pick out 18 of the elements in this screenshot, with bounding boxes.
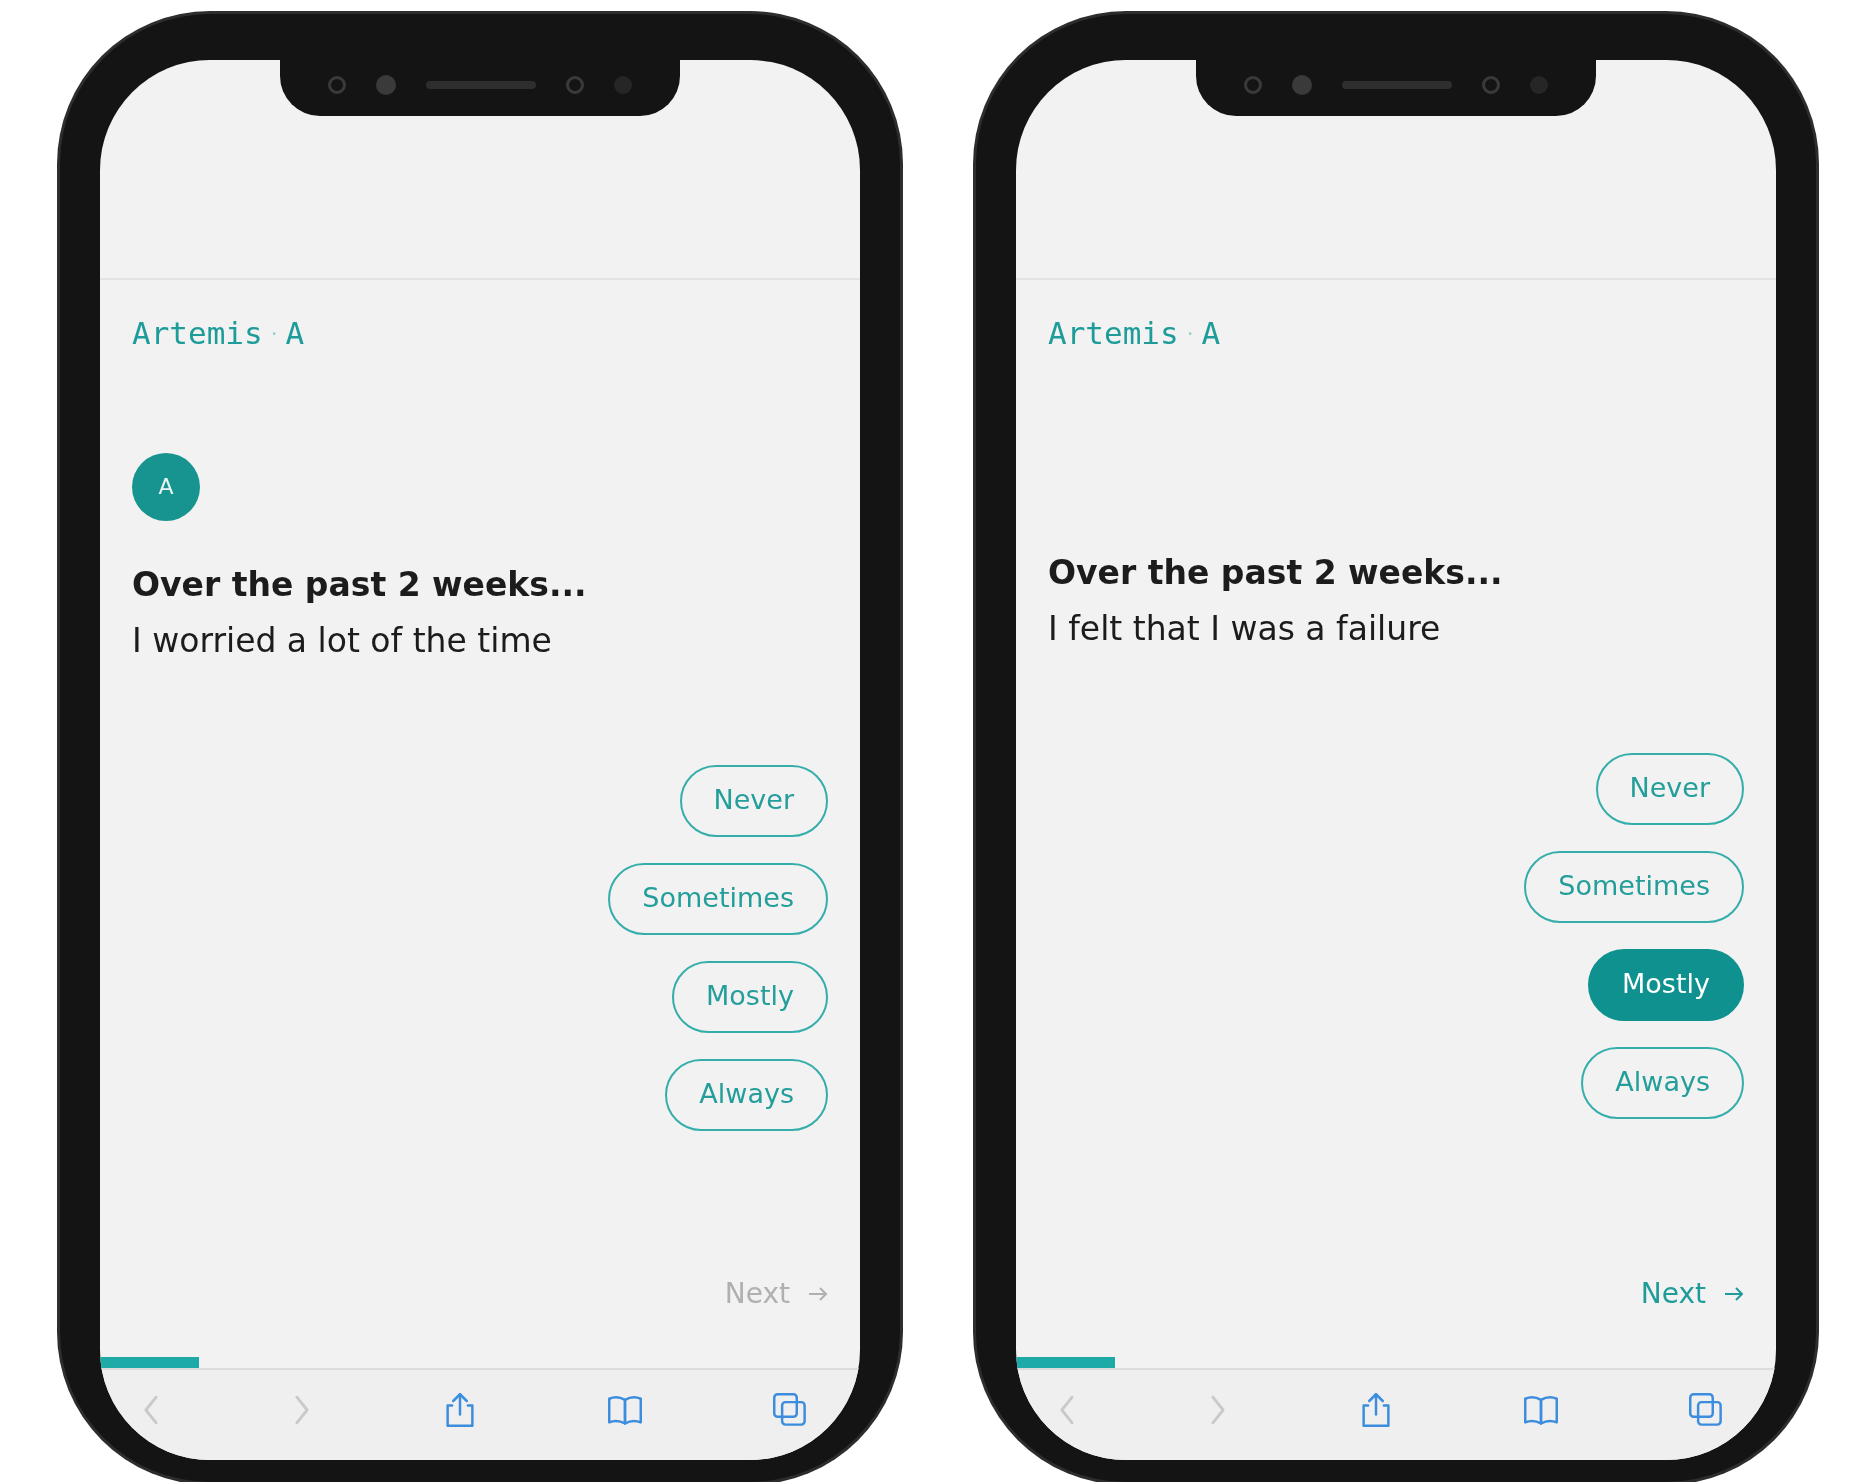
answer-option[interactable]: Sometimes xyxy=(608,862,828,935)
answer-option[interactable]: Mostly xyxy=(1588,948,1744,1021)
answer-option[interactable]: Never xyxy=(679,764,828,837)
next-button[interactable]: Next xyxy=(1640,1273,1744,1315)
question-text: I felt that I was a failure xyxy=(1048,607,1442,650)
brand-logo: Artemis · A xyxy=(1048,314,1222,353)
answer-option[interactable]: Always xyxy=(1581,1046,1744,1119)
answer-option[interactable]: Always xyxy=(665,1058,828,1131)
arrow-right-icon xyxy=(808,1286,828,1302)
arrow-right-icon xyxy=(1724,1286,1744,1302)
avatar: A xyxy=(132,452,200,521)
question-heading: Over the past 2 weeks... xyxy=(1048,551,1504,594)
brand-logo: Artemis · A xyxy=(132,314,306,353)
answer-option[interactable]: Mostly xyxy=(672,960,828,1033)
question-heading: Over the past 2 weeks... xyxy=(132,563,588,606)
question-text: I worried a lot of the time xyxy=(132,619,553,662)
answer-option[interactable]: Never xyxy=(1595,752,1744,825)
answer-option[interactable]: Sometimes xyxy=(1524,850,1744,923)
